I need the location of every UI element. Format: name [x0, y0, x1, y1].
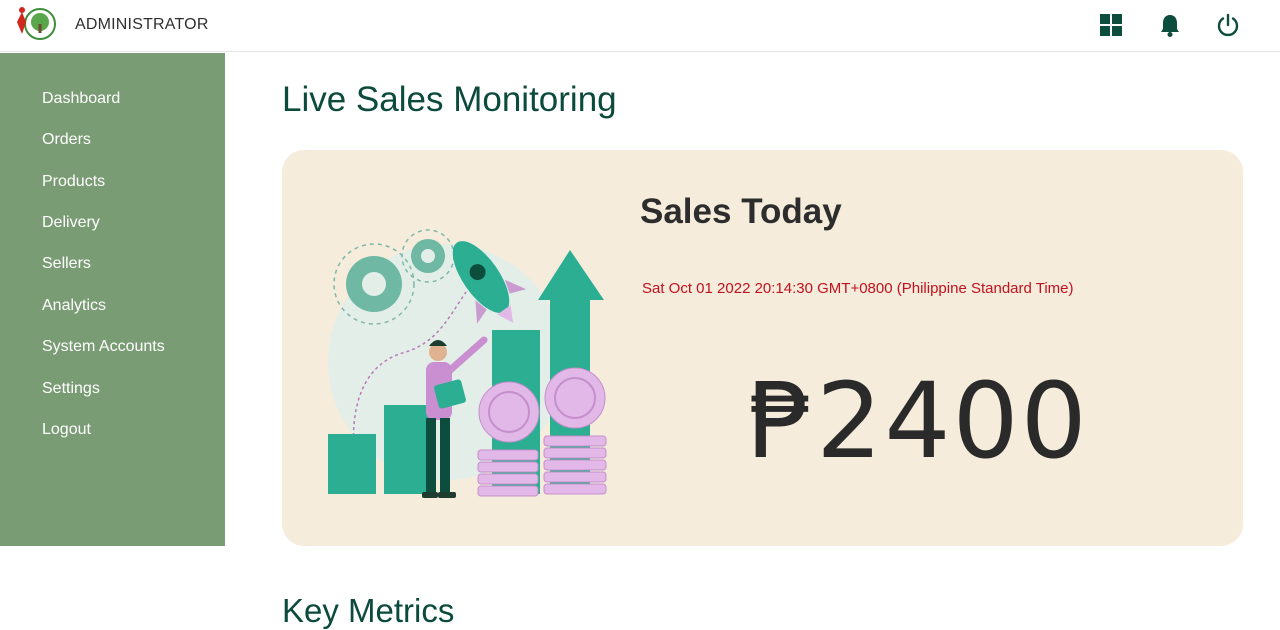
page-title: Live Sales Monitoring — [282, 80, 617, 119]
sidebar-item-logout[interactable]: Logout — [42, 421, 91, 439]
sidebar-item-orders[interactable]: Orders — [42, 131, 91, 149]
sidebar-item-sellers[interactable]: Sellers — [42, 255, 91, 273]
sidebar-item-system-accounts[interactable]: System Accounts — [42, 338, 165, 356]
power-icon[interactable] — [1215, 12, 1241, 38]
sales-total-amount: ₱2400 — [748, 360, 1089, 482]
sidebar-item-analytics[interactable]: Analytics — [42, 297, 106, 315]
sales-today-card: Sales Today Sat Oct 01 2022 20:14:30 GMT… — [282, 150, 1243, 546]
admin-label: ADMINISTRATOR — [75, 16, 209, 33]
unlad-logo[interactable] — [12, 4, 64, 48]
sidebar-item-delivery[interactable]: Delivery — [42, 214, 100, 232]
sidebar-item-products[interactable]: Products — [42, 173, 105, 191]
key-metrics-heading: Key Metrics — [282, 592, 455, 629]
sidebar-item-settings[interactable]: Settings — [42, 380, 100, 398]
sales-growth-illustration — [326, 222, 616, 510]
top-bar: ADMINISTRATOR — [0, 0, 1280, 52]
sales-today-title: Sales Today — [640, 192, 842, 231]
sidebar: Dashboard Orders Products Delivery Selle… — [0, 53, 225, 546]
sidebar-item-dashboard[interactable]: Dashboard — [42, 90, 120, 108]
grid-icon[interactable] — [1098, 12, 1124, 38]
bell-icon[interactable] — [1157, 12, 1183, 38]
sales-timestamp: Sat Oct 01 2022 20:14:30 GMT+0800 (Phili… — [642, 280, 1074, 297]
